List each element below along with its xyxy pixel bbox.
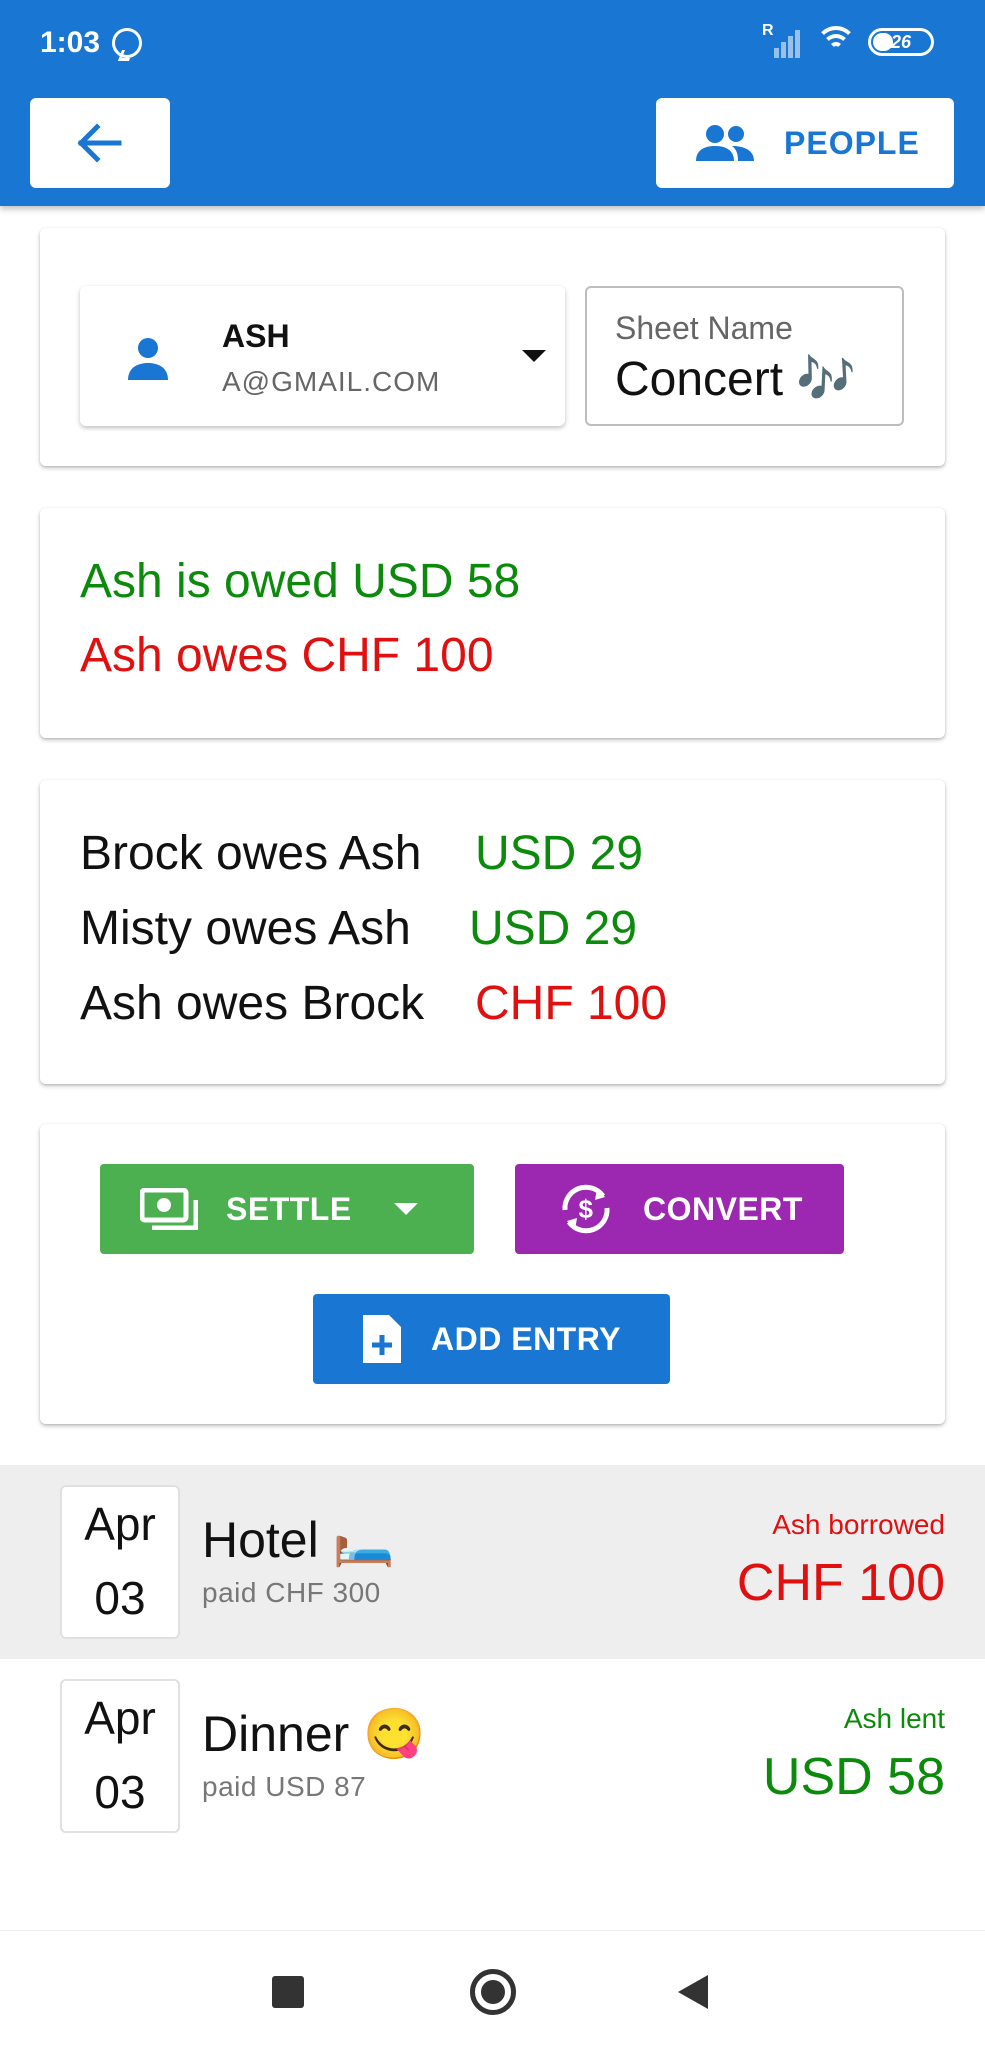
home-button[interactable] xyxy=(470,1969,516,2015)
summary-card: Ash is owed USD 58 Ash owes CHF 100 xyxy=(40,508,945,738)
summary-owed: Ash is owed USD 58 xyxy=(80,555,521,608)
status-time: 1:03 xyxy=(40,26,101,59)
person-icon xyxy=(128,338,168,380)
user-email: A@GMAIL.COM xyxy=(222,366,441,397)
cash-icon xyxy=(140,1188,198,1230)
whatsapp-icon xyxy=(112,28,142,58)
entry-paid: paid USD 87 xyxy=(202,1771,367,1802)
signal-roaming-label: R xyxy=(762,22,774,39)
user-name: ASH xyxy=(222,318,290,354)
battery-level: 26 xyxy=(890,32,912,52)
chevron-down-icon xyxy=(393,1203,418,1215)
sheet-name-label: Sheet Name xyxy=(615,310,793,346)
actions-card: SETTLE $ CONVERT ADD ENTRY xyxy=(40,1124,945,1424)
user-dropdown[interactable]: ASH A@GMAIL.COM xyxy=(80,286,565,426)
wifi-icon xyxy=(815,26,857,56)
settle-label: SETTLE xyxy=(226,1190,352,1227)
system-back-button[interactable] xyxy=(678,1975,708,2009)
debts-card: Brock owes Ash USD 29 Misty owes Ash USD… xyxy=(40,780,945,1084)
sheet-name-field[interactable]: Sheet Name Concert 🎶 xyxy=(585,286,904,426)
debt-amount: USD 29 xyxy=(475,827,644,880)
debt-amount: USD 29 xyxy=(469,902,638,955)
entry-role: Ash lent xyxy=(843,1703,945,1734)
people-icon xyxy=(696,125,754,161)
entry-date: Apr 03 xyxy=(60,1485,180,1639)
entry-day: 03 xyxy=(94,1572,146,1624)
add-document-icon xyxy=(363,1315,401,1363)
people-label: PEOPLE xyxy=(784,124,920,161)
add-entry-label: ADD ENTRY xyxy=(431,1320,621,1357)
entry-amount: CHF 100 xyxy=(736,1554,945,1612)
convert-button[interactable]: $ CONVERT xyxy=(515,1164,844,1254)
debt-text: Ash owes Brock xyxy=(80,977,425,1030)
entry-title: Hotel 🛏️ xyxy=(202,1512,395,1568)
sheet-name-value: Concert 🎶 xyxy=(615,353,857,406)
debt-text: Brock owes Ash xyxy=(80,827,422,880)
entry-month: Apr xyxy=(84,1692,156,1744)
back-button[interactable] xyxy=(30,98,170,188)
entry-paid: paid CHF 300 xyxy=(202,1577,381,1608)
entry-row[interactable]: Apr 03 Hotel 🛏️ paid CHF 300 Ash borrowe… xyxy=(0,1465,985,1659)
people-button[interactable]: PEOPLE xyxy=(656,98,954,188)
system-nav-bar xyxy=(0,1930,985,2048)
settle-button[interactable]: SETTLE xyxy=(100,1164,474,1254)
entry-role: Ash borrowed xyxy=(772,1509,945,1540)
entry-row[interactable]: Apr 03 Dinner 😋 paid USD 87 Ash lent USD… xyxy=(0,1659,985,1853)
entry-date: Apr 03 xyxy=(60,1679,180,1833)
convert-label: CONVERT xyxy=(643,1190,803,1227)
entry-month: Apr xyxy=(84,1498,156,1550)
debt-text: Misty owes Ash xyxy=(80,902,411,955)
debt-amount: CHF 100 xyxy=(475,977,668,1030)
chevron-down-icon xyxy=(522,350,546,362)
svg-text:$: $ xyxy=(579,1194,594,1224)
entry-amount: USD 58 xyxy=(762,1748,945,1806)
arrow-left-icon xyxy=(77,123,122,163)
summary-owes: Ash owes CHF 100 xyxy=(80,629,494,682)
app-bar: 1:03 R 26 PEOPLE xyxy=(0,0,985,206)
entry-day: 03 xyxy=(94,1766,146,1818)
recents-button[interactable] xyxy=(272,1976,304,2008)
entry-title: Dinner 😋 xyxy=(202,1706,426,1762)
battery-icon: 26 xyxy=(868,28,934,56)
selector-card: ASH A@GMAIL.COM Sheet Name Concert 🎶 xyxy=(40,228,945,466)
signal-icon: R xyxy=(762,22,802,58)
status-bar: 1:03 R 26 xyxy=(0,0,985,90)
add-entry-button[interactable]: ADD ENTRY xyxy=(313,1294,670,1384)
currency-exchange-icon: $ xyxy=(562,1184,610,1234)
